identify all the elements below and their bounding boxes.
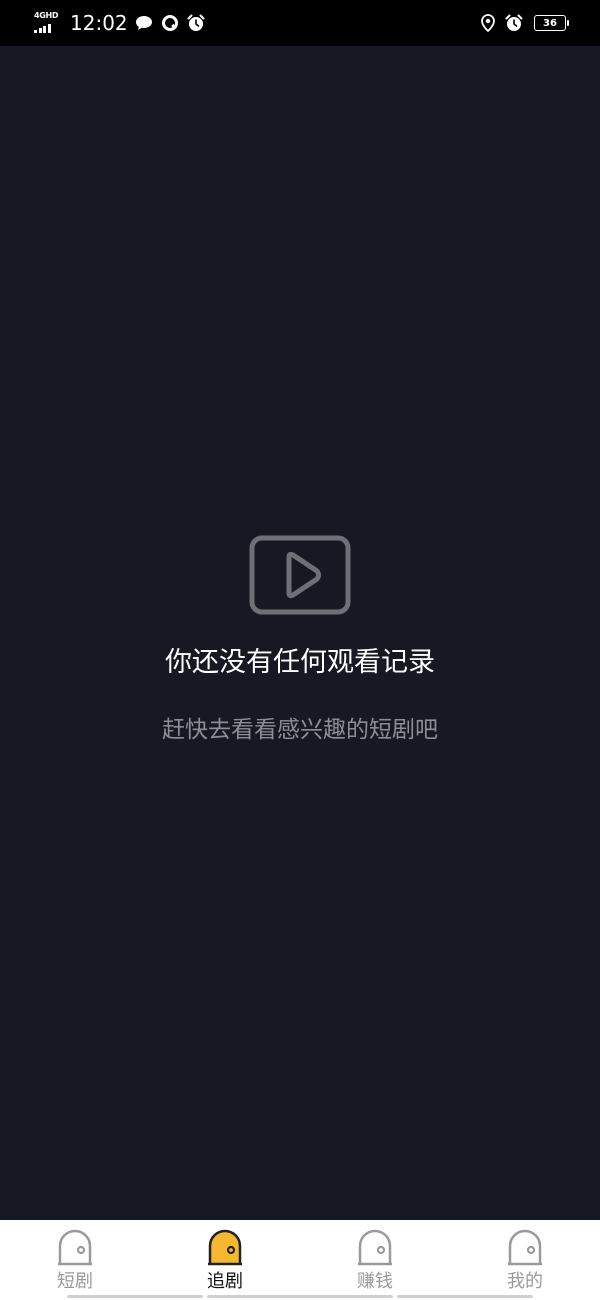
tab-following[interactable]: 追剧 xyxy=(150,1220,300,1300)
battery-level: 36 xyxy=(543,17,557,29)
signal-icon: 4GHD xyxy=(34,11,62,35)
alarm-icon xyxy=(505,14,523,31)
tab-label: 赚钱 xyxy=(357,1271,393,1292)
message-icon xyxy=(135,16,152,30)
empty-state-subtitle: 赶快去看看感兴趣的短剧吧 xyxy=(162,717,438,743)
alarm-icon xyxy=(187,14,205,31)
door-icon xyxy=(58,1229,92,1266)
tab-underline xyxy=(67,1295,203,1298)
tab-label: 我的 xyxy=(507,1271,543,1292)
network-type: 4GHD xyxy=(34,11,59,20)
tab-underline xyxy=(397,1295,533,1298)
location-icon xyxy=(481,14,495,33)
tab-mine[interactable]: 我的 xyxy=(450,1220,600,1300)
bottom-tab-bar: 短剧 追剧 赚钱 我的 xyxy=(0,1220,600,1300)
tab-underline xyxy=(207,1295,393,1298)
battery-icon: 36 xyxy=(534,15,569,31)
tab-short-drama[interactable]: 短剧 xyxy=(0,1220,150,1300)
door-icon xyxy=(358,1229,392,1266)
tab-earn-money[interactable]: 赚钱 xyxy=(300,1220,450,1300)
status-left: 4GHD 12:02 xyxy=(34,10,206,36)
status-right: 36 xyxy=(478,12,569,34)
door-icon xyxy=(508,1229,542,1266)
status-bar: 4GHD 12:02 36 xyxy=(0,0,600,46)
video-play-icon xyxy=(249,535,351,615)
door-icon xyxy=(208,1229,242,1266)
tab-label: 短剧 xyxy=(57,1271,93,1292)
status-time: 12:02 xyxy=(70,11,128,35)
q-app-icon xyxy=(161,15,178,31)
empty-state-title: 你还没有任何观看记录 xyxy=(165,647,435,678)
watch-history-panel: 你还没有任何观看记录 赶快去看看感兴趣的短剧吧 xyxy=(0,46,600,1220)
tab-label: 追剧 xyxy=(207,1271,243,1292)
